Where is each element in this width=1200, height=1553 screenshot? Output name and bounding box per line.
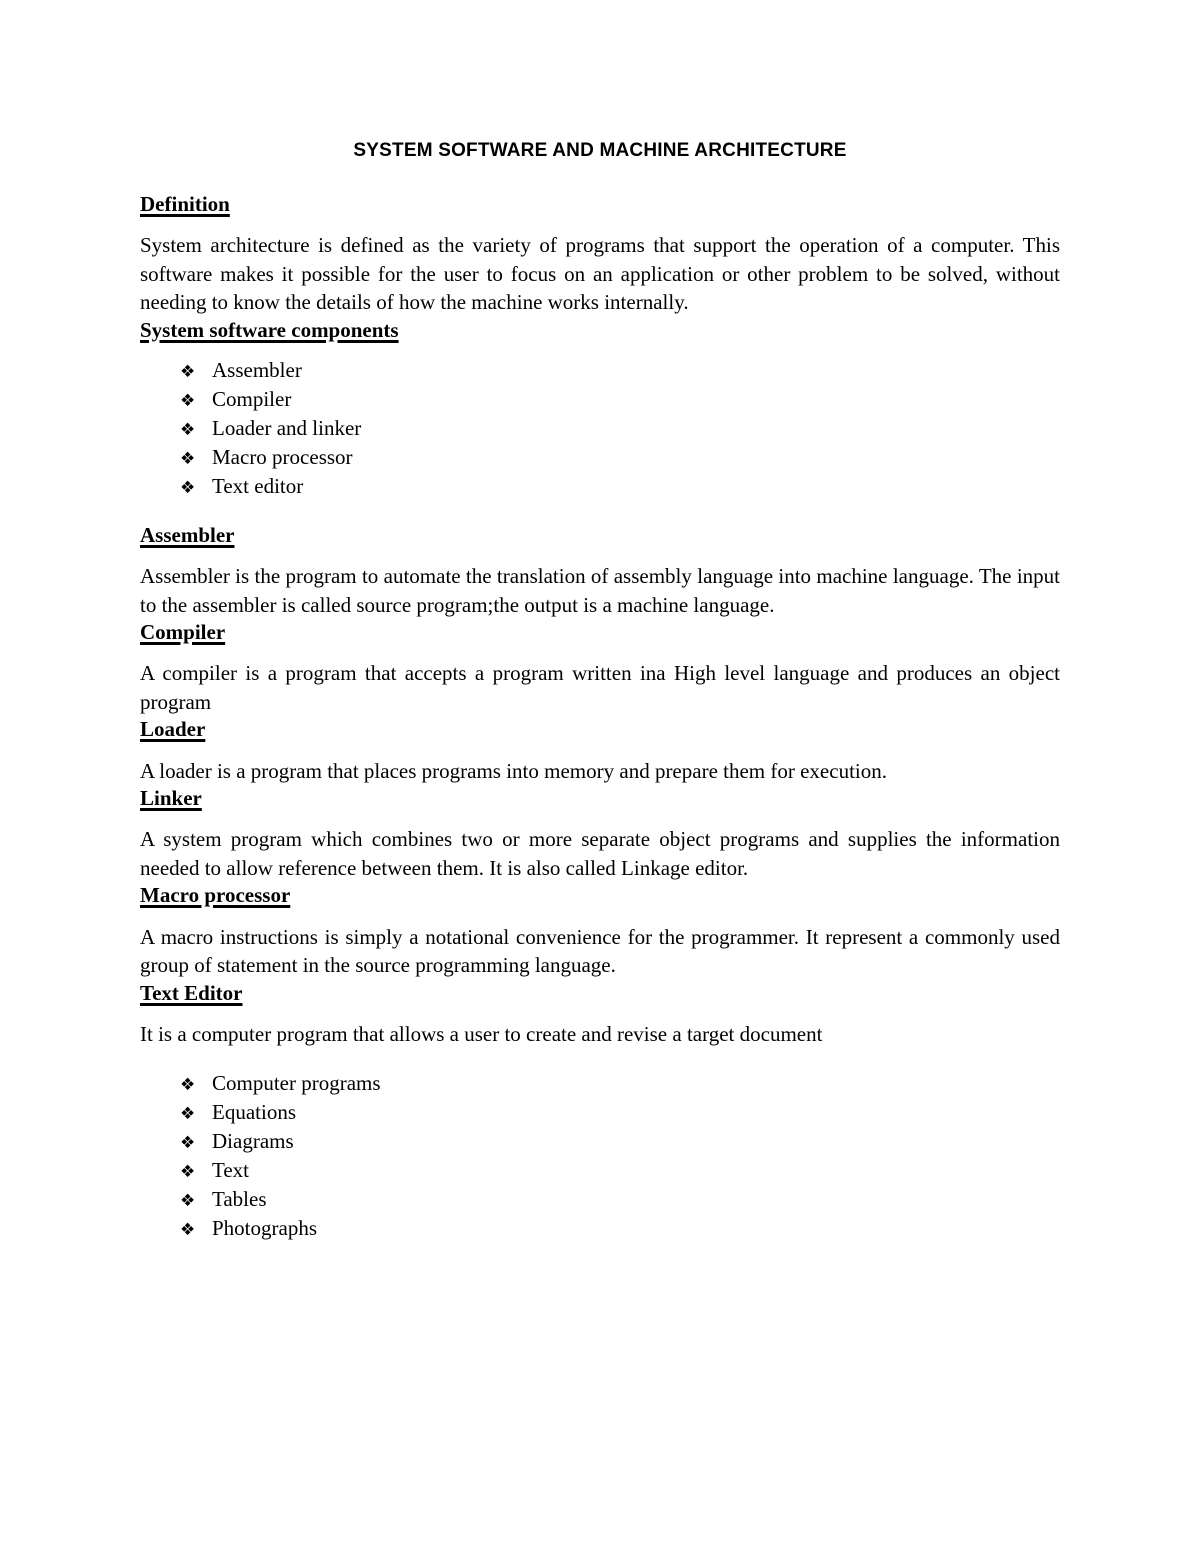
list-item-label: Loader and linker [212,415,362,440]
list-item-label: Tables [212,1187,267,1212]
section-paragraph-assembler: Assembler is the program to automate the… [140,564,1060,617]
section-heading-macro-processor: Macro processor [140,883,291,908]
list-item-label: Equations [212,1100,296,1125]
list-item: ❖ Diagrams [180,1128,1060,1157]
section-linker: Linker A system program which combines t… [140,785,1060,882]
document-page: SYSTEM SOFTWARE AND MACHINE ARCHITECTURE… [0,0,1200,1553]
section-paragraph-compiler: A compiler is a program that accepts a p… [140,661,1060,714]
section-definition: Definition System architecture is define… [140,191,1060,317]
list-item: ❖ Photographs [180,1215,1060,1244]
list-item: ❖ Loader and linker [180,415,1060,444]
section-heading-loader: Loader [140,717,206,742]
section-loader: Loader A loader is a program that places… [140,716,1060,785]
section-heading-system-software-components: System software components [140,317,399,342]
section-paragraph-linker: A system program which combines two or m… [140,827,1060,880]
list-item: ❖ Text editor [180,473,1060,502]
section-heading-linker: Linker [140,786,202,811]
page-title: SYSTEM SOFTWARE AND MACHINE ARCHITECTURE [353,140,847,161]
diamond-bullet-icon: ❖ [180,390,196,411]
bullet-list-components: ❖ Assembler ❖ Compiler ❖ Loader and link… [140,357,1060,502]
list-item-label: Computer programs [212,1071,381,1096]
section-heading-definition: Definition [140,191,230,216]
diamond-bullet-icon: ❖ [180,1220,196,1241]
diamond-bullet-icon: ❖ [180,448,196,469]
diamond-bullet-icon: ❖ [180,1104,196,1125]
bullet-list-text-editor-contents: ❖ Computer programs ❖ Equations ❖ Diagra… [140,1070,1060,1244]
diamond-bullet-icon: ❖ [180,1162,196,1183]
list-item-label: Text editor [212,473,304,498]
section-paragraph-definition: System architecture is defined as the va… [140,233,1060,315]
section-assembler: Assembler Assembler is the program to au… [140,522,1060,619]
section-system-software-components: System software components ❖ Assembler ❖… [140,317,1060,502]
list-item: ❖ Computer programs [180,1070,1060,1099]
list-item-label: Compiler [212,386,292,411]
list-item-label: Photographs [212,1216,317,1241]
list-item: ❖ Compiler [180,386,1060,415]
list-item-label: Macro processor [212,444,353,469]
list-item: ❖ Equations [180,1099,1060,1128]
section-paragraph-loader: A loader is a program that places progra… [140,758,887,783]
list-item: ❖ Macro processor [180,444,1060,473]
diamond-bullet-icon: ❖ [180,361,196,382]
section-heading-compiler: Compiler [140,620,226,645]
diamond-bullet-icon: ❖ [180,1075,196,1096]
section-heading-assembler: Assembler [140,522,235,547]
section-macro-processor: Macro processor A macro instructions is … [140,882,1060,979]
list-item-label: Text [212,1158,250,1183]
section-heading-text-editor: Text Editor [140,980,243,1005]
list-item: ❖ Text [180,1157,1060,1186]
section-compiler: Compiler A compiler is a program that ac… [140,619,1060,716]
diamond-bullet-icon: ❖ [180,419,196,440]
list-item: ❖ Assembler [180,357,1060,386]
section-paragraph-text-editor: It is a computer program that allows a u… [140,1021,823,1046]
list-item-label: Assembler [212,357,302,382]
section-paragraph-macro-processor: A macro instructions is simply a notatio… [140,924,1060,978]
list-item: ❖ Tables [180,1186,1060,1215]
list-item-label: Diagrams [212,1129,294,1154]
diamond-bullet-icon: ❖ [180,1133,196,1154]
diamond-bullet-icon: ❖ [180,1191,196,1212]
diamond-bullet-icon: ❖ [180,477,196,498]
section-text-editor: Text Editor It is a computer program tha… [140,980,1060,1245]
